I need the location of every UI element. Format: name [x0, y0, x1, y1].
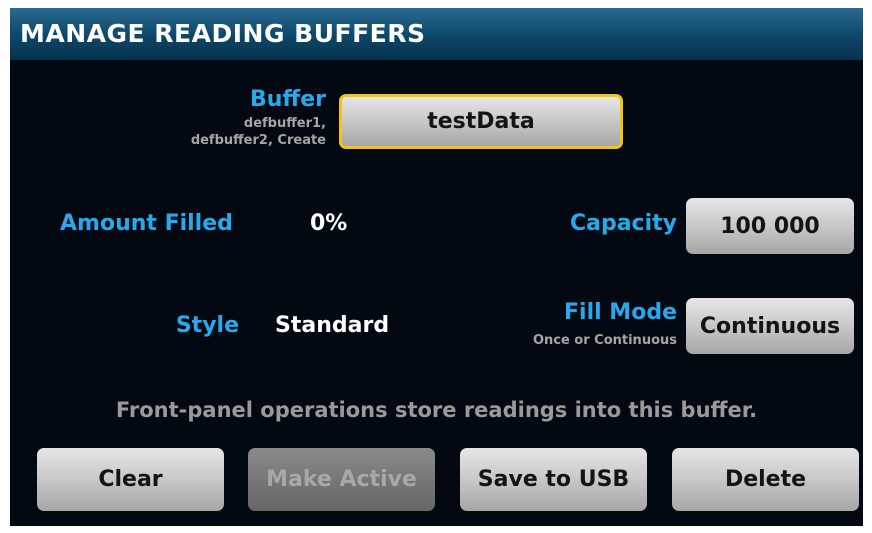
amount-filled-label: Amount Filled	[60, 211, 233, 236]
save-to-usb-button[interactable]: Save to USB	[460, 448, 647, 511]
buffer-select-button[interactable]: testData	[339, 94, 623, 149]
buffer-hint-line2: defbuffer2, Create	[190, 133, 326, 148]
make-active-button[interactable]: Make Active	[248, 448, 435, 511]
fill-mode-hint: Once or Continuous	[532, 333, 677, 348]
buffer-label: Buffer	[249, 87, 326, 112]
delete-button[interactable]: Delete	[672, 448, 859, 511]
clear-button[interactable]: Clear	[37, 448, 224, 511]
capacity-button[interactable]: 100 000	[686, 198, 854, 254]
title-bar: MANAGE READING BUFFERS	[10, 8, 863, 60]
style-value: Standard	[275, 313, 390, 338]
fill-mode-label: Fill Mode	[564, 300, 677, 325]
page-title: MANAGE READING BUFFERS	[20, 19, 426, 48]
buffer-hint-line1: defbuffer1,	[243, 116, 326, 131]
info-text: Front-panel operations store readings in…	[115, 398, 758, 422]
amount-filled-value: 0%	[310, 211, 348, 236]
instrument-screen: MANAGE READING BUFFERS Buffer defbuffer1…	[10, 8, 863, 526]
style-label: Style	[175, 313, 239, 338]
capacity-label: Capacity	[569, 211, 677, 236]
fill-mode-button[interactable]: Continuous	[686, 298, 854, 354]
